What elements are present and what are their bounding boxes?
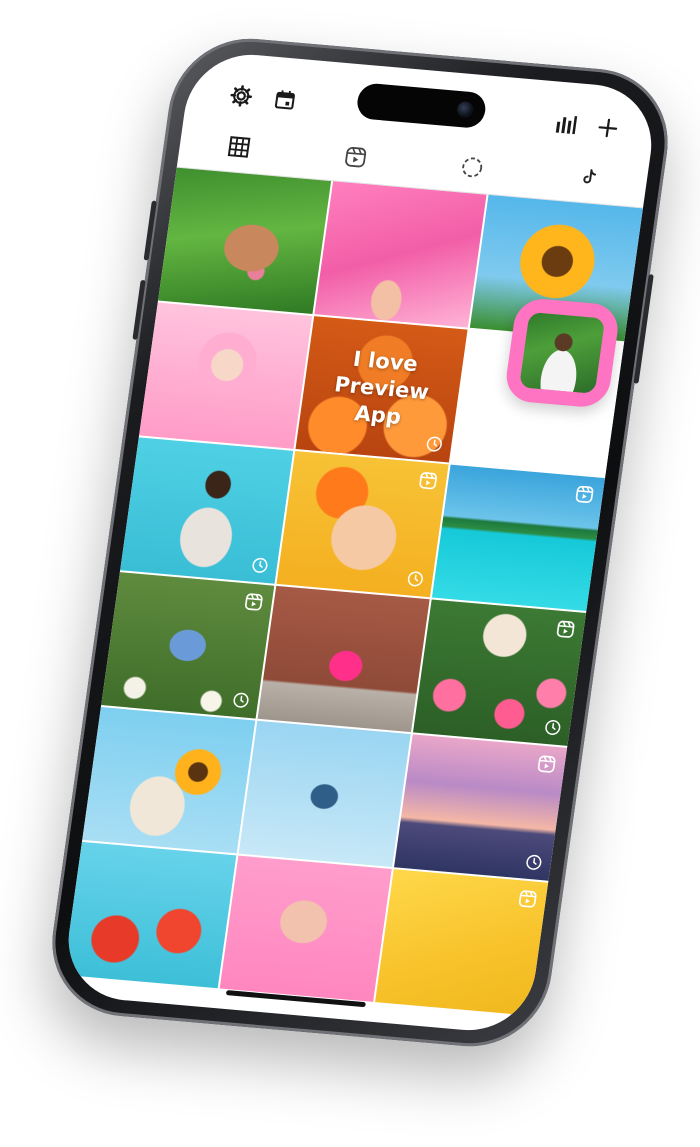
post-tile-sunset[interactable]: [394, 734, 568, 881]
reels-icon: [419, 472, 438, 490]
post-tile-pink-shirt[interactable]: [314, 181, 487, 328]
tab-stories[interactable]: [410, 137, 534, 197]
clock-icon: [427, 436, 443, 452]
clock-icon: [233, 692, 249, 708]
post-tile-pink-hair[interactable]: [139, 302, 312, 449]
reels-icon: [518, 890, 537, 908]
dragged-post-preview[interactable]: [503, 296, 622, 409]
clock-icon: [526, 854, 542, 870]
tiktok-icon: [582, 169, 596, 184]
post-tile-pink-glasses[interactable]: [219, 855, 393, 1002]
post-tile-blue-wall[interactable]: [120, 437, 293, 584]
post-tile-pink-dress[interactable]: [257, 585, 430, 733]
gear-icon[interactable]: [225, 81, 257, 111]
plus-icon[interactable]: [592, 113, 624, 143]
post-tile-sunflower-girl[interactable]: [82, 707, 255, 854]
overlay-caption: I love Preview App: [332, 346, 431, 429]
clock-icon: [545, 720, 561, 735]
calendar-icon[interactable]: [269, 85, 301, 115]
post-tile-yellow[interactable]: [375, 869, 549, 1016]
clock-icon: [252, 557, 268, 573]
tab-tiktok[interactable]: [527, 148, 651, 208]
dragged-post-image: [518, 311, 606, 394]
reels-icon: [344, 146, 366, 168]
tab-reels[interactable]: [293, 127, 417, 187]
post-tile-dog[interactable]: [158, 167, 331, 314]
post-tile-flower-eye[interactable]: [276, 450, 449, 598]
bar-chart-icon[interactable]: [550, 109, 582, 139]
post-tile-lagoon[interactable]: [432, 464, 606, 611]
post-tile-drinks[interactable]: [63, 841, 237, 989]
app-screen: I love Preview App: [60, 49, 660, 1036]
post-tile-oranges[interactable]: I love Preview App: [295, 316, 468, 463]
reels-icon: [556, 620, 575, 638]
reels-icon: [575, 485, 594, 503]
post-tile-dog-roses[interactable]: [413, 599, 587, 746]
post-tile-flower-field[interactable]: [101, 572, 274, 719]
reels-icon: [244, 593, 263, 611]
phone-mockup: I love Preview App: [42, 32, 678, 1053]
post-tile-jump[interactable]: [238, 720, 412, 868]
reels-icon: [537, 755, 556, 773]
tab-grid[interactable]: [177, 117, 301, 177]
story-circle-icon: [461, 157, 482, 178]
camera-icon: [456, 100, 475, 119]
grid-icon: [227, 136, 250, 158]
clock-icon: [408, 571, 424, 587]
stage: I love Preview App: [0, 0, 700, 1147]
